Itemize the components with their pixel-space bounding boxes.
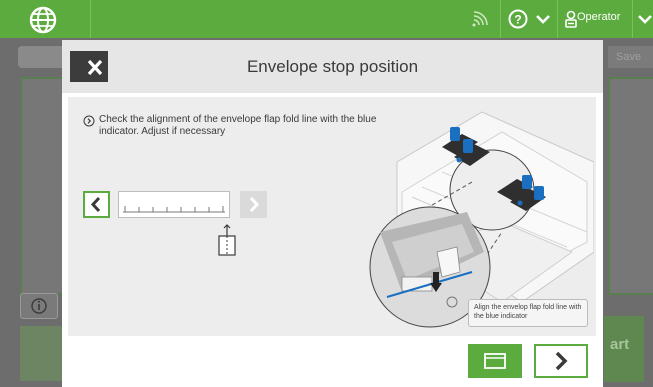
content-panel: Check the alignment of the envelope flap… [68,97,596,336]
save-button: Save [608,46,653,68]
background-panel-left [20,77,66,295]
fold-position-icon [218,224,236,256]
chevron-right-icon [555,351,568,371]
globe-logo-icon[interactable] [28,5,58,35]
divider [500,0,501,38]
user-role-label[interactable]: Operator [577,11,620,23]
envelope-test-button[interactable] [468,344,522,378]
ruler-ticks [123,206,225,213]
illustration-caption: Align the envelop flap fold line with th… [468,299,588,327]
chevron-circle-icon [83,115,95,127]
background-bottom-left [20,326,62,381]
back-tab-button [18,46,66,68]
chevron-down-icon[interactable] [635,9,653,29]
divider [632,0,633,38]
decrease-position-button[interactable] [83,191,110,218]
help-icon[interactable]: ? [508,9,528,29]
dialog-header: Envelope stop position [62,40,603,93]
info-icon [31,298,47,314]
next-button[interactable] [534,344,588,378]
divider [90,0,91,38]
start-label: art [610,336,630,353]
background-panel-right [608,77,653,295]
start-button: art [604,316,644,382]
wifi-signal-icon [472,11,488,27]
dialog-title: Envelope stop position [246,57,419,76]
chevron-down-icon[interactable] [533,9,553,29]
info-button [20,293,58,319]
envelope-icon [484,353,506,369]
top-bar: ? Operator [0,0,653,38]
save-label: Save [616,51,642,63]
position-ruler [118,191,230,218]
envelope-stop-dialog: Envelope stop position Check the alignme… [62,40,603,387]
divider [557,0,558,38]
chevron-right-icon [249,196,260,213]
increase-position-button[interactable] [240,191,267,218]
svg-text:?: ? [514,13,521,27]
chevron-left-icon [90,196,101,213]
